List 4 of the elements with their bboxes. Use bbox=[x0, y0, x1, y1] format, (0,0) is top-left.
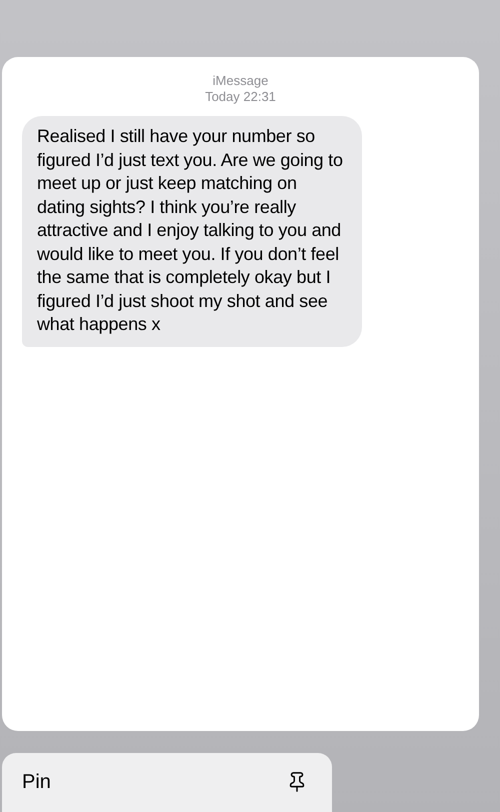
service-label: iMessage bbox=[212, 73, 268, 90]
message-bubble: Realised I still have your number so figured I’d just text you. Are we going to meet up or just keep matching on dating sights? I think you’re really attractive and I enjoy talking to you and would like to meet you. If you don’t feel the same that is completely okay but I figured I’d just shoot my shot and see what happens x bbox=[22, 116, 362, 347]
pin-menu-item[interactable]: Pin bbox=[2, 752, 332, 812]
timestamp: Today 22:31 bbox=[205, 89, 276, 106]
